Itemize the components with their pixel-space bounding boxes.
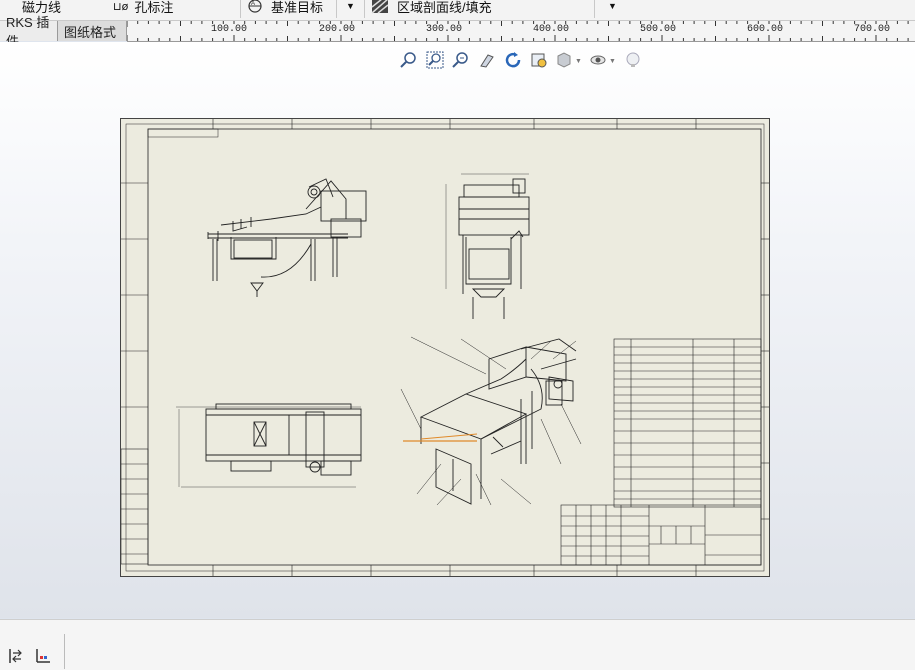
previous-view-icon[interactable] [528,50,550,70]
axis-indicator-icon[interactable] [32,645,54,667]
rotate-icon[interactable] [502,50,524,70]
model-view-icon[interactable] [5,645,27,667]
horizontal-ruler: 100.00 200.00 300.00 400.00 500.00 600.0… [127,21,915,42]
ruler-label: 400.00 [532,24,571,35]
display-style-icon[interactable]: ▼ [554,50,584,70]
svg-text:A: A [251,1,255,7]
tab-label: 图纸格式 [64,24,117,40]
area-hatch-button[interactable]: 区域剖面线/填充 [371,0,492,16]
bottom-bar [0,619,915,670]
zoom-to-fit-icon[interactable] [398,50,420,70]
pan-icon[interactable] [476,50,498,70]
bom-table [613,338,762,508]
divider [64,634,65,669]
ruler-label: 500.00 [639,24,678,35]
datum-target-label: 基准目标 [271,0,324,15]
area-hatch-label: 区域剖面线/填充 [397,0,492,15]
zoom-in-out-icon[interactable] [450,50,472,70]
datum-dropdown-button[interactable]: ▼ [346,0,355,16]
zoom-to-area-icon[interactable] [424,50,446,70]
command-manager-tabs: RKS 插件 图纸格式 [0,15,127,49]
hole-callout-icon: ⊔ø [113,0,129,13]
more-dropdown-button[interactable]: ▼ [608,0,617,16]
hole-callout-button[interactable]: ⊔ø 孔标注 [113,0,173,16]
chevron-down-icon: ▼ [346,1,355,11]
datum-target-button[interactable]: A 基准目标 [247,0,323,16]
zone-border [125,123,765,572]
chevron-down-icon: ▼ [608,1,617,11]
side-revision-block [121,448,149,565]
heads-up-view-toolbar: ▼ ▼ [398,50,644,72]
drawing-sheet[interactable] [120,118,770,577]
svg-text:▼: ▼ [609,58,616,65]
ruler-label: 600.00 [746,24,785,35]
ruler-label: 300.00 [425,24,464,35]
magnetic-line-icon [8,0,20,12]
tab-sheet-format[interactable]: 图纸格式 [58,21,127,41]
title-block [560,504,762,566]
command-toolbar: 磁力线 ⊔ø 孔标注 A 基准目标 ▼ 区域剖面线/填充 ▼ [0,0,915,21]
front-view [207,178,367,297]
area-hatch-icon [371,0,389,14]
ruler-label: 200.00 [318,24,357,35]
ruler-label: 100.00 [210,24,249,35]
zone-ticks [121,119,769,576]
svg-text:▼: ▼ [575,58,582,65]
datum-target-icon: A [248,0,262,13]
side-view [445,173,530,319]
lighting-icon[interactable] [622,50,644,70]
ruler-label: 700.00 [853,24,892,35]
drawing-canvas [121,119,769,576]
hide-show-icon[interactable]: ▼ [588,50,618,70]
balloon-leaders [400,336,582,506]
top-view [176,403,362,488]
hole-callout-label: 孔标注 [134,0,174,15]
tab-rks-plugin[interactable]: RKS 插件 [0,15,58,49]
